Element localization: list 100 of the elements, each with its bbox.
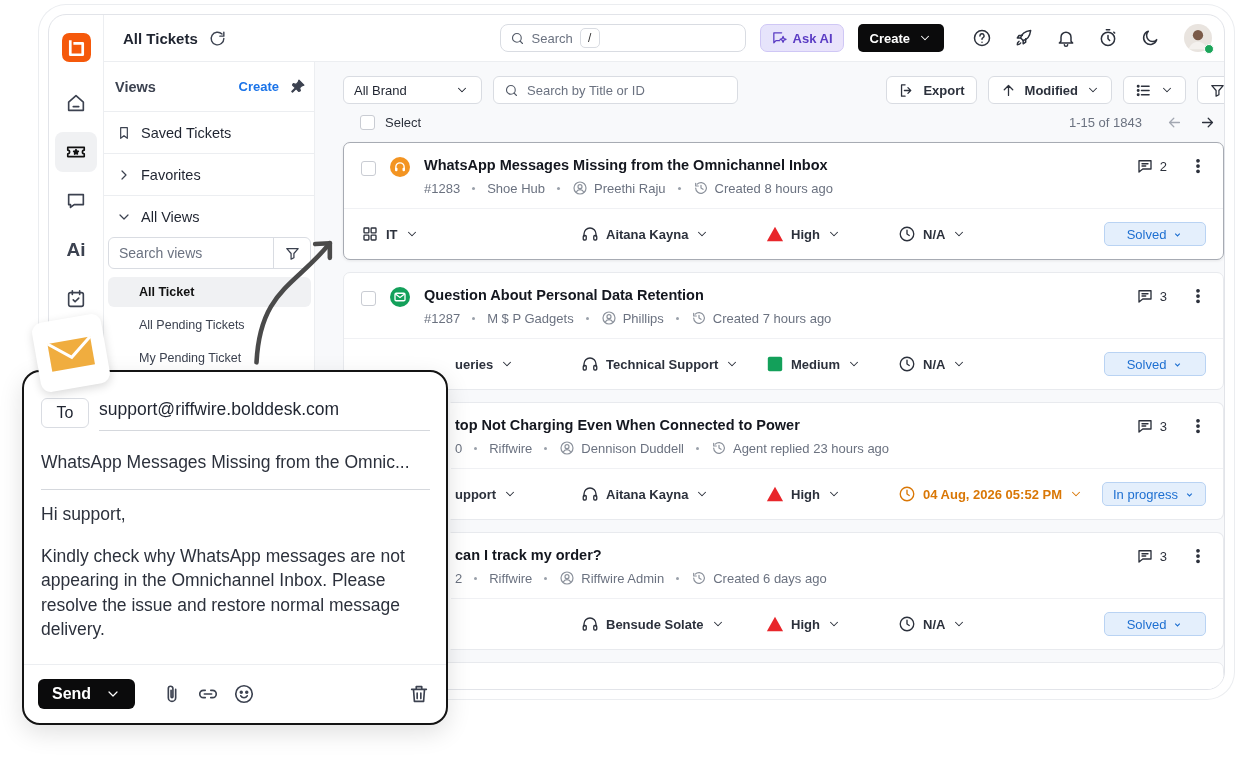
ticket-title[interactable]: WhatsApp Messages Missing from the Omnichannel Inbox [424, 157, 1122, 173]
due-date-dropdown[interactable]: N/A [923, 226, 946, 242]
triangle-icon [766, 485, 784, 503]
view-item[interactable]: All Pending Tickets [108, 314, 311, 336]
view-item[interactable]: All Ticket [108, 277, 311, 307]
send-button[interactable]: Send [38, 679, 136, 709]
history-icon [691, 570, 708, 586]
moon-icon[interactable] [1140, 28, 1160, 48]
recipient-field[interactable]: support@riffwire.bolddesk.com [99, 394, 430, 431]
status-dropdown[interactable]: Solved [1104, 222, 1206, 246]
category-dropdown[interactable]: upport [455, 486, 497, 502]
view-item[interactable]: My Pending Ticket [108, 347, 311, 369]
user-icon [559, 570, 576, 586]
ticket-title[interactable]: can I track my order? [455, 547, 1122, 563]
ticket-card[interactable]: Question About Personal Data Retention #1287 M $ P Gadgets Phillips Created 7 hours ago 3 ueries Technical Support Medium N/A Solved [343, 272, 1224, 390]
ticket-title[interactable]: Question About Personal Data Retention [424, 287, 1122, 303]
ticket-time: Agent replied 23 hours ago [732, 440, 890, 456]
nav-button[interactable]: Ai [55, 230, 97, 270]
organization-name: Shoe Hub [487, 180, 545, 196]
user-icon [600, 310, 617, 326]
headset-icon [581, 485, 599, 503]
comment-icon[interactable] [1135, 157, 1154, 175]
triangle-icon [766, 225, 784, 243]
select-label: Select [385, 115, 422, 130]
ticket-card[interactable]: top Not Charging Even When Connected to Power 0 Riffwire Dennison Duddell Agent replied 23 hours ago 3 upport Aitana Kayna High 04 Aug, 2026 05:52 PM In progress [450, 402, 1224, 520]
checkbox[interactable] [361, 161, 376, 176]
sidebar-item[interactable]: Favorites [104, 154, 314, 196]
user-icon [559, 440, 576, 456]
headset-channel-icon [390, 157, 410, 177]
brand-dropdown[interactable]: All Brand [343, 76, 482, 104]
greeting-text: Hi support, [41, 503, 127, 526]
rocket-icon[interactable] [1014, 28, 1034, 48]
square-icon [766, 355, 784, 373]
comment-icon[interactable] [1135, 547, 1154, 565]
status-dropdown[interactable]: In progress [1101, 482, 1206, 506]
comment-count: 2 [1159, 158, 1167, 174]
help-icon[interactable] [972, 28, 992, 48]
comment-count: 3 [1159, 288, 1167, 304]
search-field[interactable]: Search by Title or ID [493, 76, 738, 104]
to-button[interactable]: To [41, 397, 89, 428]
ticket-id: 0 [455, 440, 463, 456]
history-icon [690, 310, 707, 326]
checkbox[interactable] [360, 115, 375, 130]
emoji-icon[interactable] [233, 683, 256, 705]
category-dropdown[interactable]: IT [386, 226, 398, 242]
comment-icon[interactable] [1135, 417, 1154, 435]
priority-dropdown[interactable]: Medium [791, 356, 841, 372]
headset-icon [581, 225, 599, 243]
sort-button[interactable]: Modified [987, 76, 1112, 104]
sidebar-item[interactable]: Saved Tickets [104, 112, 314, 154]
history-icon [710, 440, 727, 456]
assignee-dropdown[interactable]: Aitana Kayna [606, 486, 689, 502]
checkbox[interactable] [361, 291, 376, 306]
headset-icon [581, 615, 599, 633]
ticket-id: 2 [455, 570, 463, 586]
priority-dropdown[interactable]: High [791, 226, 820, 242]
pin-icon[interactable] [289, 78, 306, 95]
ticket-id: #1287 [424, 310, 461, 326]
contact-name: Dennison Duddell [581, 440, 684, 456]
export-button[interactable]: Export [886, 76, 977, 104]
contact-name: Riffwire Admin [581, 570, 665, 586]
create-link[interactable]: Create [238, 79, 279, 94]
ask-ai-button[interactable]: Ask AI [759, 24, 844, 52]
subject-field[interactable]: WhatsApp Messages Missing from the Omnic... [41, 444, 430, 490]
organization-name: M $ P Gadgets [487, 310, 574, 326]
logo-icon[interactable] [61, 33, 91, 62]
assignee-dropdown[interactable]: Aitana Kayna [606, 226, 689, 242]
due-date-dropdown[interactable]: N/A [923, 616, 946, 632]
calendar-check-icon [65, 288, 87, 310]
ticket-title[interactable]: top Not Charging Even When Connected to Power [455, 417, 1122, 433]
layout-button[interactable] [1123, 76, 1186, 104]
ticket-time: Created 8 hours ago [714, 180, 834, 196]
sidebar-item[interactable]: All Views [104, 196, 314, 237]
priority-dropdown[interactable]: High [791, 616, 820, 632]
search-field[interactable]: Search / [499, 24, 746, 52]
nav-button[interactable] [55, 132, 97, 172]
user-icon [572, 180, 588, 196]
comment-count: 3 [1159, 418, 1167, 434]
grid-icon [361, 225, 379, 243]
trash-icon[interactable] [408, 683, 430, 705]
page-title: All Tickets [123, 29, 198, 47]
ticket-card[interactable]: WhatsApp Messages Missing from the Omnichannel Inbox #1283 Shoe Hub Preethi Raju Created 8 hours ago 2 IT Aitana Kayna High N/A Solved [343, 142, 1224, 260]
status-dropdown[interactable]: Solved [1104, 352, 1206, 376]
stopwatch-icon[interactable] [1098, 28, 1118, 48]
avatar[interactable] [1184, 24, 1212, 52]
ticket-card[interactable]: can I track my order? 2 Riffwire Riffwire Admin Created 6 days ago 3 Bensude Solate High N/A Solved [450, 532, 1224, 650]
due-date-dropdown[interactable]: N/A [923, 356, 946, 372]
comment-icon[interactable] [1135, 287, 1154, 305]
priority-dropdown[interactable]: High [791, 486, 820, 502]
home-icon [65, 92, 87, 114]
search-icon [504, 82, 519, 98]
assignee-dropdown[interactable]: Technical Support [606, 356, 719, 372]
status-dropdown[interactable]: Solved [1104, 612, 1206, 636]
mail-channel-icon [390, 287, 410, 307]
assignee-dropdown[interactable]: Bensude Solate [606, 616, 704, 632]
ticket-time: Created 6 days ago [713, 570, 827, 586]
category-dropdown[interactable]: ueries [455, 356, 494, 372]
pagination-text: 1-15 of 1843 [1069, 115, 1142, 130]
create-button[interactable]: Create [857, 24, 944, 52]
triangle-icon [766, 615, 784, 633]
